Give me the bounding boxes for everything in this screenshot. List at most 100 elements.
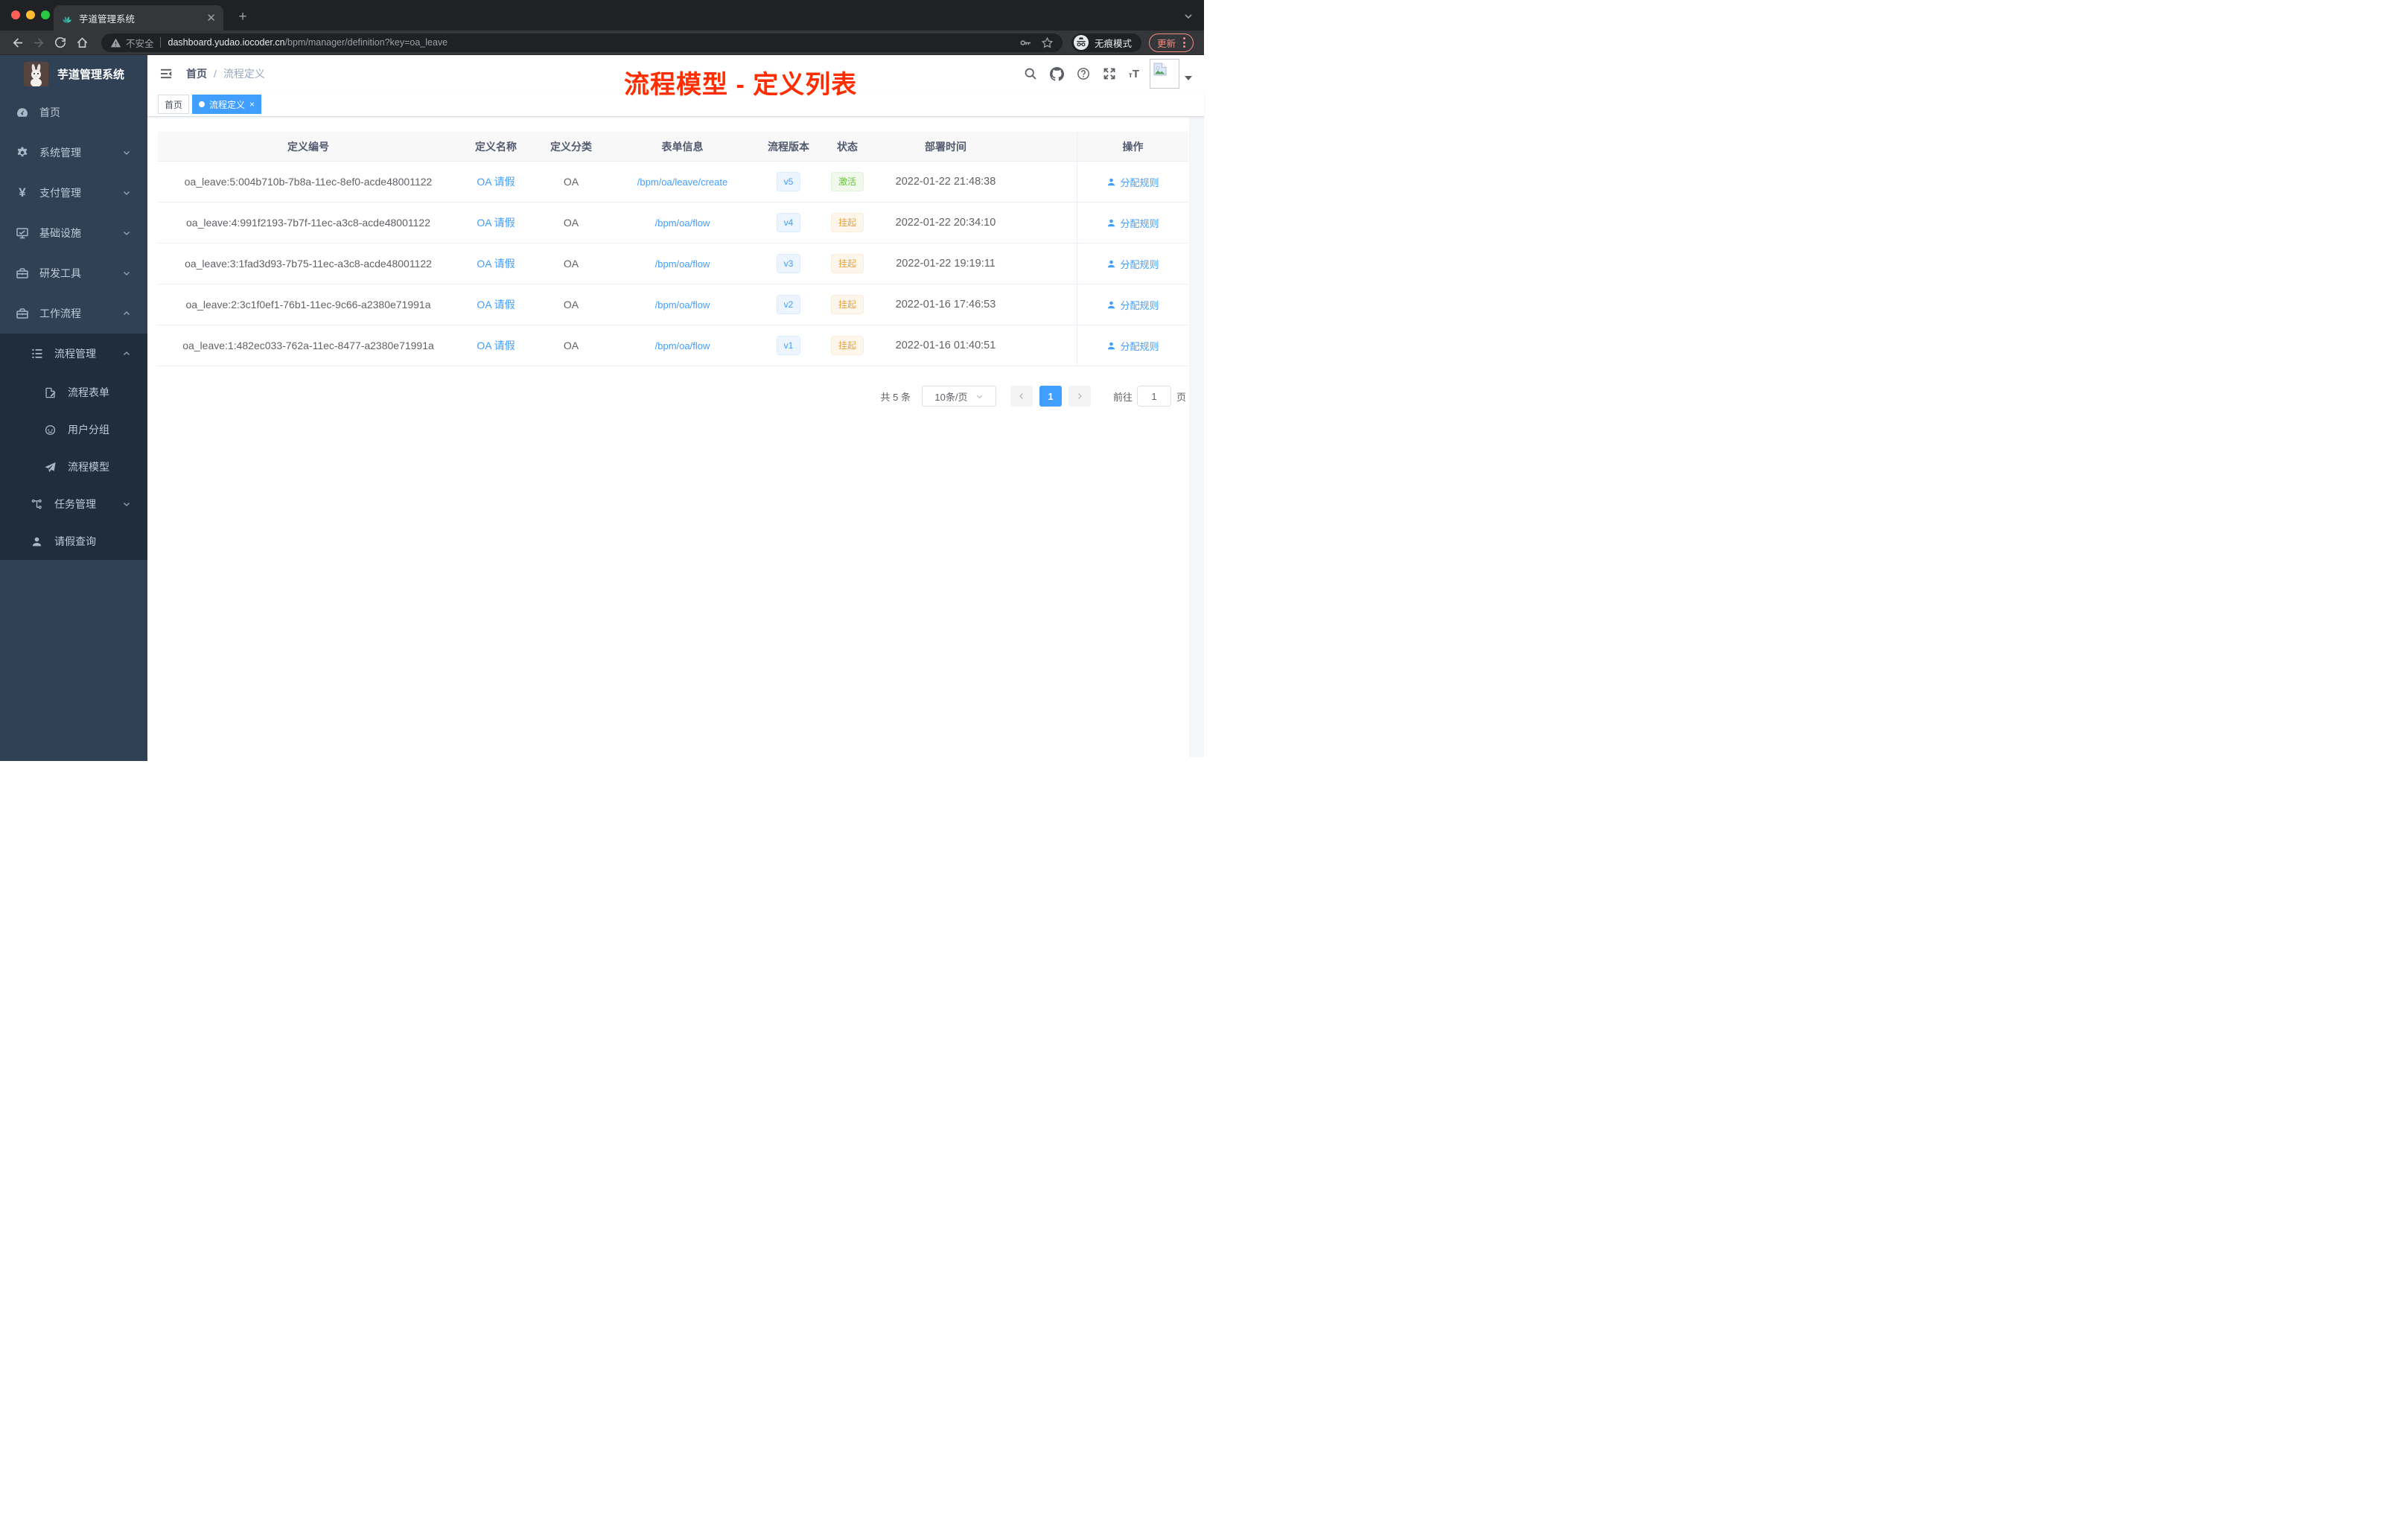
- action-label: 分配规则: [1120, 217, 1159, 229]
- definition-name-link[interactable]: OA 请假: [459, 284, 533, 325]
- back-button[interactable]: [7, 33, 27, 52]
- definition-id: oa_leave:3:1fad3d93-7b75-11ec-a3c8-acde4…: [185, 258, 432, 270]
- sidebar-item-user-group[interactable]: 用户分组: [0, 411, 147, 448]
- deploy-time: 2022-01-16 17:46:53: [895, 299, 996, 311]
- sidebar-item-infrastructure[interactable]: 基础设施: [0, 213, 147, 253]
- sidebar-fold-icon[interactable]: [159, 67, 173, 80]
- assign-rule-button[interactable]: 分配规则: [1106, 257, 1159, 271]
- form-link[interactable]: /bpm/oa/flow: [609, 203, 756, 243]
- next-page-button[interactable]: [1068, 386, 1091, 407]
- status-badge: 激活: [830, 172, 864, 191]
- home-button[interactable]: [72, 33, 92, 52]
- new-tab-button[interactable]: +: [232, 7, 253, 28]
- breadcrumb-current: 流程定义: [223, 68, 265, 80]
- version-badge: v2: [776, 295, 801, 314]
- browser-tab[interactable]: 芋道管理系统 ✕: [54, 5, 223, 31]
- gear-icon: [16, 146, 29, 159]
- sidebar-item-process-form[interactable]: 流程表单: [0, 374, 147, 411]
- definition-id: oa_leave:1:482ec033-762a-11ec-8477-a2380…: [182, 340, 434, 351]
- sidebar-item-label: 流程模型: [68, 461, 109, 473]
- user-avatar[interactable]: [1150, 59, 1179, 89]
- security-warning-icon[interactable]: [110, 37, 121, 48]
- sidebar-item-label: 请假查询: [54, 535, 96, 547]
- fullscreen-icon[interactable]: [1103, 67, 1116, 80]
- chevron-down-icon: [122, 269, 131, 278]
- form-link[interactable]: /bpm/oa/leave/create: [609, 162, 756, 202]
- window-minimize-button[interactable]: [26, 10, 35, 19]
- chevron-down-icon: [122, 500, 131, 509]
- app-logo[interactable]: 芋道管理系统: [0, 55, 147, 92]
- github-icon[interactable]: [1049, 66, 1064, 81]
- goto-page-input[interactable]: [1136, 386, 1171, 407]
- security-label[interactable]: 不安全: [126, 36, 154, 50]
- pagination-total: 共 5 条: [880, 391, 911, 403]
- robot-face-icon: [44, 424, 57, 436]
- sidebar-item-devtools[interactable]: 研发工具: [0, 253, 147, 293]
- breadcrumb-home[interactable]: 首页: [186, 66, 207, 81]
- address-bar[interactable]: 不安全 dashboard.yudao.iocoder.cn/bpm/manag…: [101, 33, 1063, 52]
- search-icon[interactable]: [1024, 67, 1037, 80]
- sidebar-item-system[interactable]: 系统管理: [0, 133, 147, 173]
- window-close-button[interactable]: [11, 10, 20, 19]
- tag-process-definition[interactable]: 流程定义 ×: [192, 95, 262, 114]
- assign-rule-button[interactable]: 分配规则: [1106, 298, 1159, 312]
- assign-rule-button[interactable]: 分配规则: [1106, 216, 1159, 230]
- tag-label: 流程定义: [209, 99, 246, 110]
- sidebar-item-task-management[interactable]: 任务管理: [0, 485, 147, 523]
- forward-button[interactable]: [29, 33, 48, 52]
- window-zoom-button[interactable]: [41, 10, 50, 19]
- form-link[interactable]: /bpm/oa/flow: [609, 325, 756, 366]
- sidebar-item-payment[interactable]: ¥ 支付管理: [0, 173, 147, 213]
- reload-button[interactable]: [51, 33, 70, 52]
- definition-name-link[interactable]: OA 请假: [459, 325, 533, 366]
- page-size-select[interactable]: 10条/页: [921, 386, 996, 407]
- version-badge: v3: [776, 254, 801, 273]
- assign-rule-button[interactable]: 分配规则: [1106, 175, 1159, 189]
- toolbox-icon: [16, 267, 29, 280]
- bookmark-star-icon[interactable]: [1041, 36, 1054, 49]
- sidebar-item-home[interactable]: 首页: [0, 92, 147, 133]
- help-icon[interactable]: [1077, 67, 1090, 80]
- sidebar-item-process-management[interactable]: 流程管理: [0, 334, 147, 374]
- active-tag-dot: [199, 101, 206, 107]
- update-label[interactable]: 更新: [1157, 36, 1176, 50]
- sidebar-item-label: 任务管理: [54, 498, 96, 510]
- url-domain: dashboard.yudao.iocoder.cn: [168, 37, 285, 48]
- sidebar-item-leave-query[interactable]: 请假查询: [0, 523, 147, 560]
- chevron-right-icon: [1077, 392, 1083, 400]
- col-header-form: 表单信息: [661, 140, 704, 153]
- action-label: 分配规则: [1120, 176, 1159, 188]
- breadcrumb-separator: /: [214, 68, 217, 80]
- font-size-icon[interactable]: тT: [1129, 69, 1139, 80]
- monitor-icon: [16, 226, 29, 240]
- header-actions: тT: [1011, 55, 1192, 92]
- tab-close-icon[interactable]: ✕: [206, 13, 216, 24]
- incognito-icon: [1073, 35, 1089, 50]
- chevron-down-icon: [122, 188, 131, 197]
- definition-category: OA: [563, 299, 579, 311]
- tag-home[interactable]: 首页: [158, 95, 190, 114]
- form-link[interactable]: /bpm/oa/flow: [609, 284, 756, 325]
- definition-name-link[interactable]: OA 请假: [459, 203, 533, 243]
- deploy-time: 2022-01-16 01:40:51: [895, 340, 996, 351]
- form-link[interactable]: /bpm/oa/flow: [609, 243, 756, 284]
- col-header-filler: [1018, 132, 1077, 161]
- password-key-icon[interactable]: [1019, 36, 1032, 49]
- browser-menu-icon[interactable]: [1183, 37, 1185, 48]
- sidebar-item-process-model[interactable]: 流程模型: [0, 448, 147, 485]
- browser-update-button[interactable]: 更新: [1148, 33, 1194, 52]
- tab-search-chevron-icon[interactable]: [1183, 11, 1194, 22]
- definition-table: 定义编号 定义名称 定义分类 表单信息 流程版本 状态 部署时间 操作 oa_l…: [158, 132, 1188, 366]
- tag-close-icon[interactable]: ×: [249, 100, 255, 109]
- sidebar-item-workflow[interactable]: 工作流程: [0, 293, 147, 334]
- sidebar-item-label: 支付管理: [39, 187, 81, 199]
- avatar-caret-icon[interactable]: [1185, 76, 1192, 80]
- definition-name-link[interactable]: OA 请假: [459, 243, 533, 284]
- definition-category: OA: [563, 176, 579, 188]
- col-header-status: 状态: [837, 140, 858, 153]
- assign-rule-button[interactable]: 分配规则: [1106, 339, 1159, 353]
- definition-name-link[interactable]: OA 请假: [459, 162, 533, 202]
- page-number-active[interactable]: 1: [1039, 386, 1062, 407]
- prev-page-button[interactable]: [1010, 386, 1033, 407]
- definition-category: OA: [563, 340, 579, 351]
